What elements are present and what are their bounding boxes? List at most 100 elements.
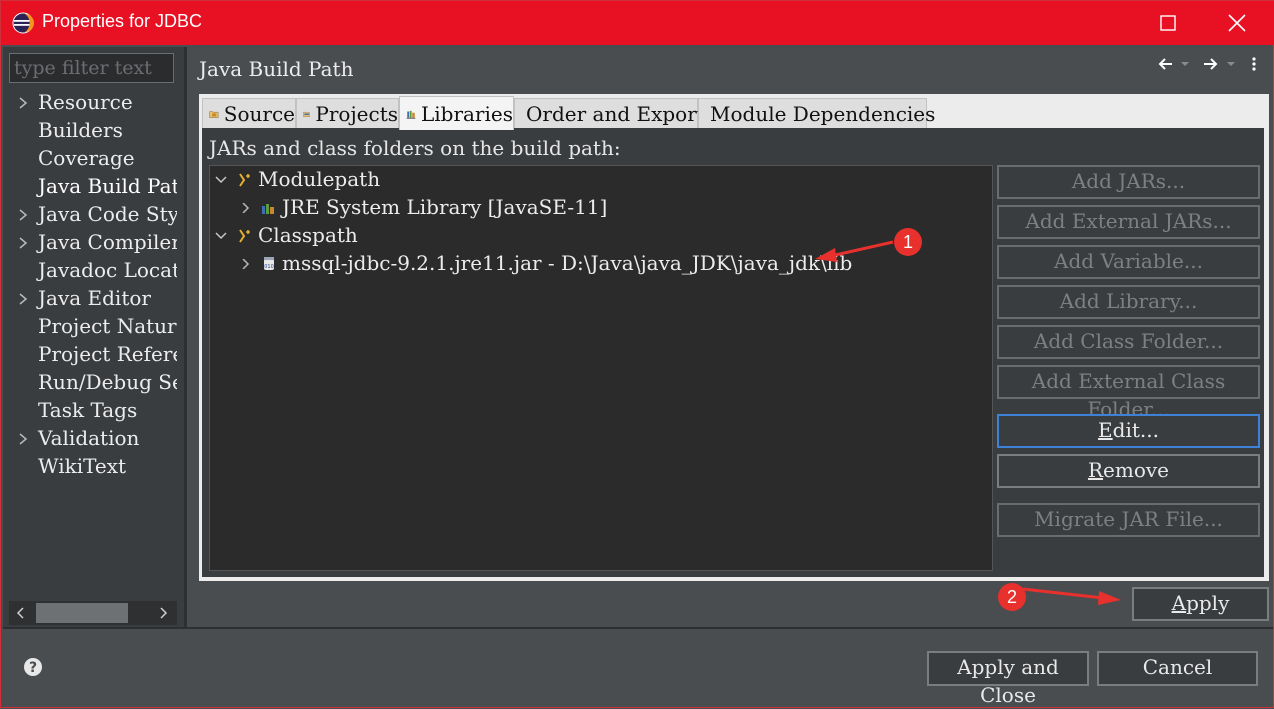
scroll-right-icon[interactable] (155, 605, 171, 621)
migrate-jar-file-button[interactable]: Migrate JAR File... (997, 503, 1260, 537)
sidebar-item-resource[interactable]: Resource (3, 89, 177, 117)
sidebar-item-java-editor[interactable]: Java Editor (3, 285, 177, 313)
sidebar-item-label: Java Code Style (38, 202, 177, 226)
sidebar-item-builders[interactable]: Builders (3, 117, 177, 145)
maximize-button[interactable] (1145, 1, 1191, 45)
window-title: Properties for JDBC (42, 11, 203, 31)
annotation-arrow-2 (1022, 587, 1121, 605)
help-icon[interactable]: ? (23, 657, 43, 677)
sidebar-item-project-natures[interactable]: Project Natures (3, 313, 177, 341)
apply-label: pply (1186, 591, 1230, 615)
path-container-icon (239, 229, 250, 243)
add-variable-button[interactable]: Add Variable... (997, 245, 1260, 279)
build-path-label: JARs and class folders on the build path… (209, 136, 621, 160)
remove-label: emove (1103, 458, 1170, 482)
edit-label: dit... (1112, 418, 1159, 442)
projects-icon (303, 111, 311, 117)
sidebar-item-label: Coverage (38, 146, 135, 170)
chevron-right-icon[interactable] (18, 209, 28, 221)
sidebar-item-javadoc-location[interactable]: Javadoc Location (3, 257, 177, 285)
filter-input[interactable] (9, 53, 174, 83)
remove-mnemonic: R (1087, 458, 1104, 482)
annotation-badge-1: 1 (894, 228, 922, 256)
back-dropdown-icon[interactable] (1179, 55, 1191, 73)
tree-row-label: JRE System Library [JavaSE-11] (282, 195, 608, 219)
sidebar-item-coverage[interactable]: Coverage (3, 145, 177, 173)
sidebar-item-run-debug-settings[interactable]: Run/Debug Settings (3, 369, 177, 397)
library-icon (262, 204, 274, 214)
add-jars-button[interactable]: Add JARs... (997, 165, 1260, 199)
sidebar-horizontal-scrollbar[interactable] (9, 601, 177, 625)
annotation-badge-2: 2 (998, 583, 1026, 611)
svg-text:?: ? (29, 660, 37, 676)
tab-label: Module Dependencies (710, 101, 936, 126)
tab-label: Source (223, 101, 295, 126)
tab-folder: Source Projects Libraries Order and Expo… (199, 94, 1269, 581)
chevron-right-icon[interactable] (18, 433, 28, 445)
chevron-down-icon[interactable] (215, 231, 227, 241)
maximize-icon (1160, 15, 1176, 31)
scroll-left-icon[interactable] (13, 605, 29, 621)
back-arrow-icon[interactable] (1157, 55, 1175, 73)
sidebar-item-label: Java Build Path (38, 174, 177, 198)
title-bar: Properties for JDBC (1, 1, 1274, 45)
sidebar-item-task-tags[interactable]: Task Tags (3, 397, 177, 425)
path-container-icon (239, 173, 250, 187)
add-library-button[interactable]: Add Library... (997, 285, 1260, 319)
add-class-folder-button[interactable]: Add Class Folder... (997, 325, 1260, 359)
source-folder-icon (209, 110, 219, 118)
tab-module-dependencies[interactable]: Module Dependencies (698, 98, 935, 128)
sidebar-item-java-compiler[interactable]: Java Compiler (3, 229, 177, 257)
footer-separator (3, 627, 1273, 629)
forward-dropdown-icon[interactable] (1225, 55, 1237, 73)
chevron-right-icon[interactable] (18, 97, 28, 109)
sidebar-item-label: Task Tags (38, 398, 138, 422)
sidebar-item-wikitext[interactable]: WikiText (3, 453, 177, 481)
libraries-tab-content: JARs and class folders on the build path… (202, 128, 1264, 577)
cancel-button[interactable]: Cancel (1097, 651, 1258, 686)
sidebar-item-validation[interactable]: Validation (3, 425, 177, 453)
remove-button[interactable]: Remove (997, 454, 1260, 488)
pane-splitter[interactable] (184, 47, 187, 627)
close-button[interactable] (1214, 1, 1260, 45)
chevron-down-icon[interactable] (215, 175, 227, 185)
close-icon (1228, 14, 1246, 32)
tree-row-label: Modulepath (258, 167, 381, 191)
chevron-right-icon[interactable] (18, 237, 28, 249)
eclipse-logo-icon (12, 12, 34, 34)
scrollbar-thumb[interactable] (36, 603, 128, 623)
tab-projects[interactable]: Projects (296, 98, 399, 128)
sidebar-item-label: WikiText (38, 454, 127, 478)
tab-libraries[interactable]: Libraries (399, 96, 514, 130)
sidebar-item-project-references[interactable]: Project References (3, 341, 177, 369)
page-title: Java Build Path (199, 57, 354, 81)
sidebar-item-java-code-style[interactable]: Java Code Style (3, 201, 177, 229)
sidebar: Resource Builders Coverage Java Build Pa… (3, 47, 184, 627)
properties-dialog: Properties for JDBC Resource Builders Co… (0, 0, 1274, 708)
sidebar-item-label: Java Editor (38, 286, 151, 310)
add-external-class-folder-button[interactable]: Add External Class Folder... (997, 365, 1260, 421)
edit-button[interactable]: Edit... (997, 414, 1260, 448)
tab-label: Libraries (420, 101, 513, 126)
jar-icon: 010 (264, 257, 274, 270)
tree-row-label: mssql-jdbc-9.2.1.jre11.jar - D:\Java\jav… (282, 251, 853, 275)
build-path-tree[interactable]: Modulepath JRE System Library [JavaSE-11… (209, 165, 993, 571)
chevron-right-icon[interactable] (240, 259, 252, 269)
add-external-jars-button[interactable]: Add External JARs... (997, 205, 1260, 239)
apply-and-close-button[interactable]: Apply and Close (927, 651, 1089, 707)
sidebar-tree: Resource Builders Coverage Java Build Pa… (3, 89, 177, 601)
tab-order-and-export[interactable]: Order and Export (514, 98, 705, 128)
apply-mnemonic: A (1171, 591, 1187, 615)
sidebar-item-label: Java Compiler (38, 230, 177, 254)
apply-button[interactable]: Apply (1132, 587, 1269, 621)
view-menu-icon[interactable] (1249, 55, 1259, 73)
forward-arrow-icon[interactable] (1201, 55, 1219, 73)
sidebar-item-label: Project Natures (38, 314, 177, 338)
sidebar-item-label: Validation (38, 426, 140, 450)
svg-text:010: 010 (264, 264, 274, 270)
chevron-right-icon[interactable] (240, 203, 252, 213)
sidebar-item-java-build-path[interactable]: Java Build Path (3, 173, 177, 201)
tab-source[interactable]: Source (202, 98, 296, 128)
libraries-icon (406, 110, 416, 119)
chevron-right-icon[interactable] (18, 293, 28, 305)
